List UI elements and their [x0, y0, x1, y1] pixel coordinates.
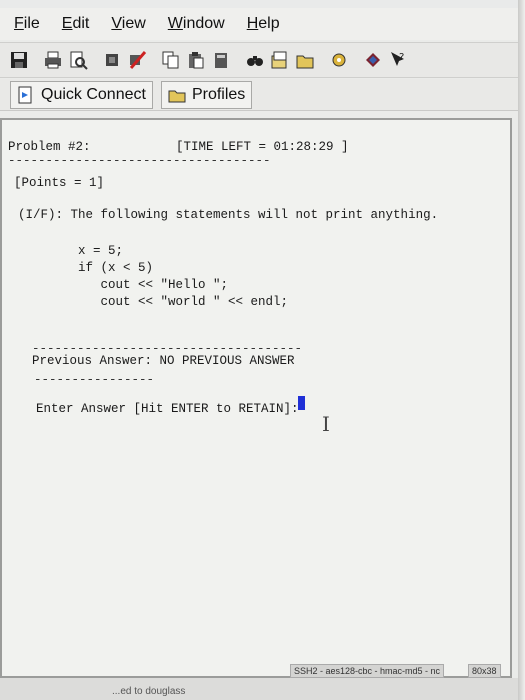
menu-bar: File Edit View Window Help: [0, 8, 518, 40]
terminal-size: 80x38: [468, 664, 501, 678]
settings-icon[interactable]: [328, 49, 350, 71]
menu-edit[interactable]: Edit: [52, 15, 102, 33]
copy-icon[interactable]: [160, 49, 182, 71]
previous-answer: Previous Answer: NO PREVIOUS ANSWER: [32, 354, 295, 368]
connection-bar: Quick Connect Profiles: [0, 79, 518, 111]
menu-window[interactable]: Window: [158, 15, 237, 33]
save-icon[interactable]: [8, 49, 30, 71]
answer-prompt: Enter Answer [Hit ENTER to RETAIN]:: [36, 402, 299, 416]
status-bar: [0, 678, 518, 700]
find-icon[interactable]: [244, 49, 266, 71]
code-line: cout << "Hello ";: [78, 278, 229, 292]
new-file-icon[interactable]: [210, 49, 232, 71]
profiles-button[interactable]: Profiles: [160, 80, 253, 109]
toolbar: ?: [0, 42, 518, 78]
terminal-pane[interactable]: Problem #2: [TIME LEFT = 01:28:29 ] ----…: [0, 118, 512, 678]
menu-help[interactable]: Help: [237, 15, 292, 33]
connection-info: SSH2 - aes128-cbc - hmac-md5 - nc: [290, 664, 445, 678]
screen-bezel: [0, 0, 525, 8]
print-icon[interactable]: [42, 49, 64, 71]
print-preview-icon[interactable]: [67, 49, 89, 71]
code-line: x = 5;: [78, 244, 124, 258]
time-left: [TIME LEFT = 01:28:29 ]: [176, 140, 349, 154]
disconnect-icon[interactable]: [126, 49, 148, 71]
menu-file[interactable]: File: [4, 15, 52, 33]
quick-connect-button[interactable]: Quick Connect: [10, 80, 153, 109]
connect-icon[interactable]: [101, 49, 123, 71]
svg-text:?: ?: [399, 52, 404, 63]
help-icon[interactable]: ?: [387, 49, 409, 71]
paste-icon[interactable]: [185, 49, 207, 71]
code-line: if (x < 5): [78, 261, 154, 275]
footer-text: ...ed to douglass: [112, 686, 186, 697]
folder-icon: [168, 90, 186, 102]
folder-icon[interactable]: [294, 49, 316, 71]
divider: -----------------------------------: [8, 154, 271, 168]
quick-connect-label: Quick Connect: [41, 85, 146, 103]
problem-label: Problem #2:: [8, 140, 91, 154]
screen-edge: [518, 0, 525, 700]
divider: ----------------: [34, 373, 155, 387]
profiles-label: Profiles: [191, 85, 246, 103]
keys-icon[interactable]: [362, 49, 384, 71]
points-label: [Points = 1]: [14, 176, 105, 190]
menu-view[interactable]: View: [101, 15, 157, 33]
sftp-icon[interactable]: [269, 49, 291, 71]
question-text: (I/F): The following statements will not…: [18, 208, 439, 222]
code-line: cout << "world " << endl;: [78, 295, 289, 309]
mouse-ibeam-icon: I: [322, 412, 330, 436]
quick-connect-icon: [18, 86, 32, 103]
text-cursor: [298, 396, 305, 410]
